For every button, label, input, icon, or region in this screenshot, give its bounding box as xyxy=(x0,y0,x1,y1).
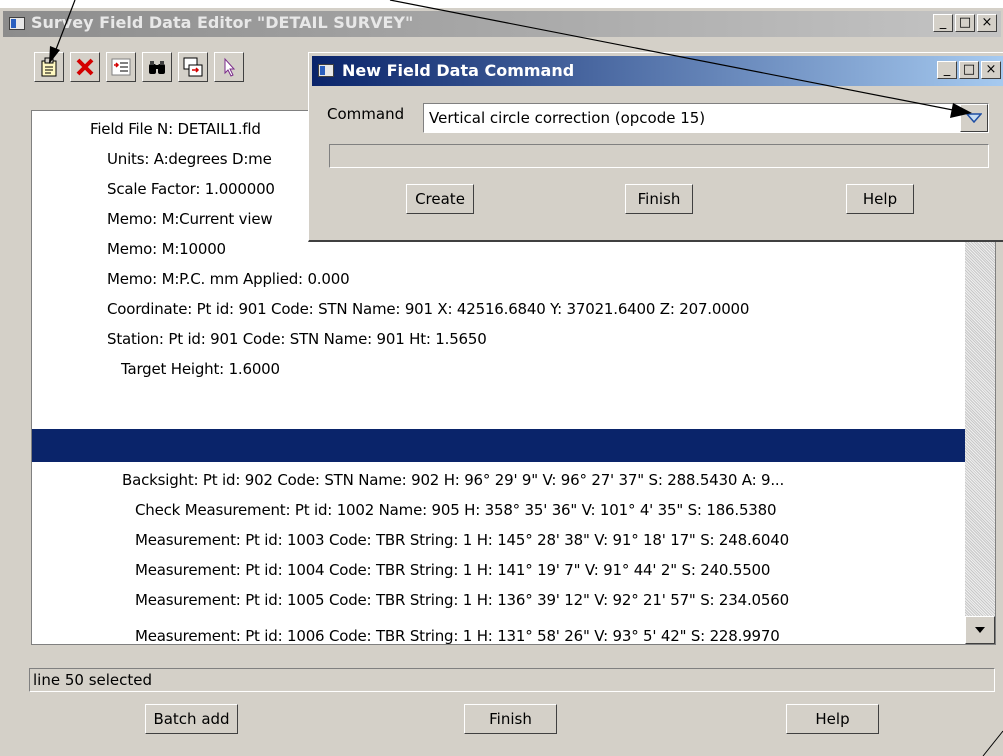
toolbar xyxy=(34,52,244,82)
list-item[interactable]: Measurement: Pt id: 1006 Code: TBR Strin… xyxy=(135,621,780,644)
list-item[interactable]: Units: A:degrees D:me xyxy=(107,144,272,174)
batch-add-button[interactable]: Batch add xyxy=(145,704,238,734)
edit-properties-button[interactable] xyxy=(106,52,136,82)
list-item[interactable]: Check Measurement: Pt id: 1002 Name: 905… xyxy=(135,495,777,525)
scroll-down-button[interactable] xyxy=(965,616,995,644)
new-command-icon xyxy=(41,57,57,77)
finish-button[interactable]: Finish xyxy=(464,704,557,734)
new-field-data-command-dialog: New Field Data Command _ □ × Command Ver… xyxy=(308,52,1003,242)
list-item[interactable]: Field File N: DETAIL1.fld xyxy=(90,114,261,144)
delete-button[interactable] xyxy=(70,52,100,82)
create-button[interactable]: Create xyxy=(406,184,474,214)
select-pointer-button[interactable] xyxy=(214,52,244,82)
list-item[interactable]: Station: Pt id: 901 Code: STN Name: 901 … xyxy=(107,324,487,354)
list-item[interactable]: Target Height: 1.6000 xyxy=(121,354,280,384)
insert-icon xyxy=(183,57,203,77)
list-item[interactable]: Memo: M:P.C. mm Applied: 0.000 xyxy=(107,264,350,294)
command-description-field xyxy=(329,144,989,168)
arrow-down-icon xyxy=(975,627,985,633)
edit-properties-icon xyxy=(111,58,131,76)
dialog-help-button[interactable]: Help xyxy=(846,184,914,214)
maximize-button[interactable]: □ xyxy=(955,14,975,32)
insert-button[interactable] xyxy=(178,52,208,82)
dialog-maximize-button[interactable]: □ xyxy=(959,61,979,79)
list-item[interactable]: Memo: M:Current view xyxy=(107,204,273,234)
dialog-window-icon xyxy=(318,64,334,77)
command-value: Vertical circle correction (opcode 15) xyxy=(429,109,706,127)
command-dropdown-button[interactable] xyxy=(960,104,988,132)
command-label: Command xyxy=(327,105,405,123)
main-title-bar[interactable]: Survey Field Data Editor "DETAIL SURVEY"… xyxy=(3,11,1001,37)
command-dropdown[interactable]: Vertical circle correction (opcode 15) xyxy=(423,103,989,133)
dialog-close-button[interactable]: × xyxy=(981,61,1001,79)
dialog-minimize-button[interactable]: _ xyxy=(937,61,957,79)
help-button[interactable]: Help xyxy=(786,704,879,734)
selected-list-item[interactable] xyxy=(32,429,967,462)
list-item[interactable]: Measurement: Pt id: 1004 Code: TBR Strin… xyxy=(135,555,770,585)
find-button[interactable] xyxy=(142,52,172,82)
list-item[interactable]: Measurement: Pt id: 1003 Code: TBR Strin… xyxy=(135,525,789,555)
delete-icon xyxy=(76,58,94,76)
chevron-down-icon xyxy=(966,113,982,123)
status-bar: line 50 selected xyxy=(29,668,995,692)
list-item[interactable]: Backsight: Pt id: 902 Code: STN Name: 90… xyxy=(122,465,784,495)
minimize-button[interactable]: _ xyxy=(933,14,953,32)
dialog-finish-button[interactable]: Finish xyxy=(625,184,693,214)
dialog-title-bar[interactable]: New Field Data Command _ □ × xyxy=(312,56,1003,86)
list-item[interactable]: Memo: M:10000 xyxy=(107,234,226,264)
app-window-icon xyxy=(9,17,25,30)
dialog-title: New Field Data Command xyxy=(342,61,575,80)
list-item[interactable]: Coordinate: Pt id: 901 Code: STN Name: 9… xyxy=(107,294,749,324)
main-window-title: Survey Field Data Editor "DETAIL SURVEY" xyxy=(31,13,414,32)
close-button[interactable]: × xyxy=(977,14,997,32)
find-icon xyxy=(149,61,165,74)
new-command-button[interactable] xyxy=(34,52,64,82)
select-pointer-icon xyxy=(224,57,236,77)
list-item[interactable]: Scale Factor: 1.000000 xyxy=(107,174,275,204)
list-item[interactable]: Measurement: Pt id: 1005 Code: TBR Strin… xyxy=(135,585,789,615)
